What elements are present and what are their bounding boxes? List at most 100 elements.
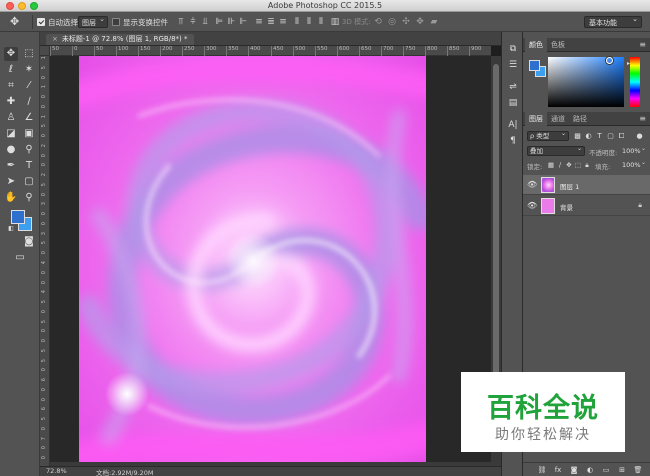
- layer-filter-dropdown[interactable]: ρ 类型: [527, 130, 569, 141]
- layer-row-layer1[interactable]: 👁︎ 图层 1: [523, 175, 650, 195]
- history-panel-icon[interactable]: ⧉: [506, 42, 520, 56]
- marquee-tool-icon[interactable]: ⬚: [22, 47, 36, 61]
- align-vertical-center-icon[interactable]: ⫩: [188, 16, 198, 28]
- hue-slider[interactable]: [630, 57, 640, 107]
- move-tool-icon[interactable]: ✥: [4, 47, 18, 61]
- document-canvas[interactable]: [79, 56, 426, 466]
- distribute-hcenter-icon[interactable]: ⦀: [304, 16, 314, 28]
- dodge-tool-icon[interactable]: ⚲: [22, 143, 36, 157]
- document-size[interactable]: 文档:2.92M/9.20M: [96, 467, 154, 476]
- adjustments-panel-icon[interactable]: ⇌: [506, 80, 520, 94]
- layer-style-icon[interactable]: fx: [553, 465, 563, 475]
- lasso-tool-icon[interactable]: ℓ: [4, 63, 18, 77]
- ruler-origin[interactable]: [40, 46, 50, 56]
- brush-tool-icon[interactable]: ∕: [22, 95, 36, 109]
- color-picker-cursor[interactable]: [606, 57, 613, 64]
- lock-pixels-icon[interactable]: ∕: [556, 160, 564, 170]
- color-saturation-field[interactable]: [548, 57, 624, 107]
- fill-value[interactable]: 100%: [622, 161, 641, 169]
- filter-adjustment-icon[interactable]: ◐: [584, 131, 593, 141]
- history-brush-tool-icon[interactable]: ∠: [22, 111, 36, 125]
- blend-mode-dropdown[interactable]: 叠加: [527, 145, 585, 156]
- tab-channels[interactable]: 通道: [547, 112, 569, 126]
- distribute-bottom-icon[interactable]: ≡: [278, 16, 288, 28]
- foreground-color-swatch[interactable]: [11, 210, 25, 224]
- path-selection-tool-icon[interactable]: ➤: [4, 175, 18, 189]
- orbit-3d-icon[interactable]: ⟲: [372, 16, 384, 28]
- roll-3d-icon[interactable]: ◎: [386, 16, 398, 28]
- auto-select-dropdown[interactable]: 图层: [78, 15, 108, 28]
- distribute-left-icon[interactable]: ⦀: [292, 16, 302, 28]
- default-colors-icon[interactable]: ◧: [4, 222, 18, 236]
- gradient-tool-icon[interactable]: ▣: [22, 127, 36, 141]
- align-left-icon[interactable]: ⊫: [214, 16, 224, 28]
- zoom-tool-icon[interactable]: ⚲: [22, 191, 36, 205]
- lock-artboard-icon[interactable]: ⬚: [574, 160, 582, 170]
- tab-swatches[interactable]: 色板: [547, 38, 569, 52]
- scale-3d-icon[interactable]: ▰: [428, 16, 440, 28]
- layer-mask-icon[interactable]: ◙: [569, 465, 579, 475]
- delete-layer-icon[interactable]: 🗑︎: [633, 465, 643, 475]
- eyedropper-tool-icon[interactable]: ⁄: [22, 79, 36, 93]
- align-bottom-icon[interactable]: ⫫: [200, 16, 210, 28]
- lock-all-icon[interactable]: 🔒︎: [583, 160, 591, 170]
- align-top-icon[interactable]: ⫪: [176, 16, 186, 28]
- auto-select-checkbox[interactable]: [37, 18, 45, 26]
- type-tool-icon[interactable]: T: [22, 159, 36, 173]
- clone-stamp-tool-icon[interactable]: ♙: [4, 111, 18, 125]
- visibility-eye-icon[interactable]: 👁︎: [527, 180, 537, 190]
- healing-brush-tool-icon[interactable]: ✚: [4, 95, 18, 109]
- styles-panel-icon[interactable]: ▤: [506, 96, 520, 110]
- vertical-ruler[interactable]: 1 5 0 1 0 0 1 5 0 2 0 0 2 5 0 3 0 0 3 5 0 4 0 0 4 5 0 5 0 0 5 5 0 6 0 0 6 5 0 7…: [40, 46, 50, 466]
- filter-type-icon[interactable]: T: [595, 131, 604, 141]
- character-panel-icon[interactable]: A|: [506, 118, 520, 132]
- distribute-vcenter-icon[interactable]: ≣: [266, 16, 276, 28]
- tab-layers[interactable]: 图层: [525, 112, 547, 126]
- auto-align-icon[interactable]: ▥: [330, 16, 340, 28]
- workspace-dropdown[interactable]: 基本功能: [584, 15, 642, 28]
- filter-toggle-icon[interactable]: ●: [635, 131, 644, 141]
- visibility-eye-icon[interactable]: 👁︎: [527, 201, 537, 211]
- screen-mode-icon[interactable]: ▭: [13, 251, 27, 265]
- opacity-arrow-icon[interactable]: ⌄: [641, 145, 646, 152]
- crop-tool-icon[interactable]: ⌗: [4, 79, 18, 93]
- horizontal-ruler[interactable]: 50 0 50 100 150 200 250 300 350 400 450 500 550 600 65…: [50, 46, 491, 56]
- drag-3d-icon[interactable]: ✣: [400, 16, 412, 28]
- layer-name[interactable]: 背景: [560, 202, 573, 212]
- filter-pixel-icon[interactable]: ▩: [573, 131, 582, 141]
- show-transform-checkbox[interactable]: [112, 18, 120, 26]
- close-tab-icon[interactable]: ×: [52, 35, 58, 43]
- distribute-top-icon[interactable]: ≡: [254, 16, 264, 28]
- lock-position-icon[interactable]: ✥: [565, 160, 573, 170]
- opacity-value[interactable]: 100%: [622, 147, 641, 155]
- hand-tool-icon[interactable]: ✋: [4, 191, 18, 205]
- fill-arrow-icon[interactable]: ⌄: [641, 159, 646, 166]
- tab-color[interactable]: 颜色: [525, 38, 547, 52]
- paragraph-panel-icon[interactable]: ¶: [506, 134, 520, 148]
- magic-wand-tool-icon[interactable]: ✶: [22, 63, 36, 77]
- lock-transparent-icon[interactable]: ▦: [547, 160, 555, 170]
- layer-name[interactable]: 图层 1: [560, 181, 579, 191]
- new-group-icon[interactable]: ▭: [601, 465, 611, 475]
- properties-panel-icon[interactable]: ☰: [506, 58, 520, 72]
- slide-3d-icon[interactable]: ✥: [414, 16, 426, 28]
- link-layers-icon[interactable]: ⛓: [537, 465, 547, 475]
- layer-row-background[interactable]: 👁︎ 背景 🔒︎: [523, 196, 650, 216]
- align-right-icon[interactable]: ⊩: [238, 16, 248, 28]
- color-panel-foreground-swatch[interactable]: [529, 60, 540, 71]
- layers-panel-menu-icon[interactable]: ≡: [639, 112, 646, 126]
- filter-smart-object-icon[interactable]: ⧠: [617, 131, 626, 141]
- document-tab[interactable]: × 未标题-1 @ 72.8% (图层 1, RGB/8*) *: [46, 34, 194, 45]
- pen-tool-icon[interactable]: ✒: [4, 159, 18, 173]
- distribute-right-icon[interactable]: ⦀: [316, 16, 326, 28]
- color-panel-menu-icon[interactable]: ≡: [639, 38, 646, 52]
- vertical-scrollbar-thumb[interactable]: [493, 64, 499, 386]
- tab-paths[interactable]: 路径: [569, 112, 591, 126]
- move-tool-preset-icon[interactable]: ✥: [10, 15, 26, 29]
- quick-mask-icon[interactable]: ◙: [22, 235, 36, 249]
- new-layer-icon[interactable]: ⊞: [617, 465, 627, 475]
- zoom-level[interactable]: 72.8%: [46, 467, 67, 475]
- filter-shape-icon[interactable]: ▢: [606, 131, 615, 141]
- rectangle-tool-icon[interactable]: ▢: [22, 175, 36, 189]
- adjustment-layer-icon[interactable]: ◐: [585, 465, 595, 475]
